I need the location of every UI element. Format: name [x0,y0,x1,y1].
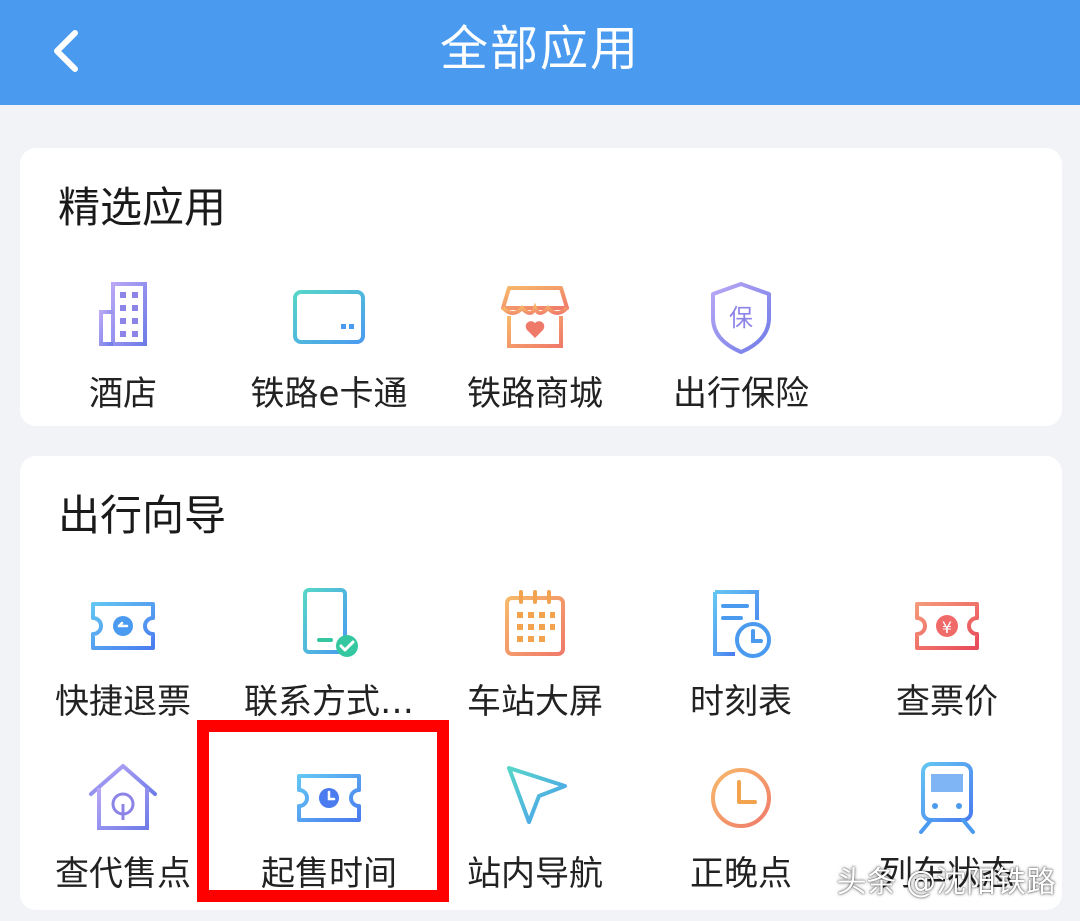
app-ticket-price[interactable]: ¥ 查票价 [844,586,1050,723]
calendar-screen-icon [505,590,565,656]
app-label: 查票价 [896,682,998,722]
app-label: 查代售点 [55,854,191,894]
app-station-screen[interactable]: 车站大屏 [432,586,638,723]
app-label: 铁路商城 [467,374,603,414]
app-agency-points[interactable]: 查代售点 [20,758,226,895]
app-insurance[interactable]: 保 出行保险 [638,278,844,415]
app-timetable[interactable]: 时刻表 [638,586,844,723]
shield-icon: 保 [711,282,771,354]
app-quick-refund[interactable]: 快捷退票 [20,586,226,723]
house-icon [89,764,157,830]
timetable-icon [713,590,771,658]
building-icon [89,282,157,348]
svg-text:保: 保 [729,304,753,332]
app-label: 时刻表 [690,682,792,722]
highlight-box [197,720,449,902]
app-label: 正晚点 [690,854,792,894]
card-icon [293,290,365,344]
app-delay-status[interactable]: 正晚点 [638,758,844,895]
app-mall[interactable]: 铁路商城 [432,278,638,415]
travel-guide-card: 出行向导 快捷退票 联系方式… 车站大屏 时刻表 ¥ 查票价 查代售点 起售时间… [20,456,1062,910]
phone-check-icon [303,588,358,657]
navigation-arrow-icon [507,766,567,824]
app-label: 出行保险 [673,374,809,414]
app-label: 酒店 [89,374,157,414]
featured-apps-card: 精选应用 酒店 铁路e卡通 铁路商城 保 出行保险 [20,148,1062,426]
app-e-card[interactable]: 铁路e卡通 [226,278,432,415]
app-label: 联系方式… [244,682,414,722]
section-title-guide: 出行向导 [58,491,227,540]
app-label: 铁路e卡通 [250,374,408,414]
shop-icon [501,286,569,348]
ticket-price-icon: ¥ [915,602,979,650]
section-title-featured: 精选应用 [58,183,227,232]
app-header: 全部应用 [0,0,1080,105]
watermark: 头条 @沈阳铁路 [836,865,1056,900]
train-icon [919,762,975,834]
app-station-navigation[interactable]: 站内导航 [432,758,638,895]
app-contact[interactable]: 联系方式… [226,586,432,723]
app-hotel[interactable]: 酒店 [20,278,226,415]
app-label: 快捷退票 [55,682,191,722]
svg-text:¥: ¥ [942,618,952,637]
clock-icon [711,768,771,828]
page-title: 全部应用 [439,21,640,77]
ticket-refund-icon [91,602,155,650]
app-label: 车站大屏 [467,682,603,722]
app-label: 站内导航 [467,854,603,894]
